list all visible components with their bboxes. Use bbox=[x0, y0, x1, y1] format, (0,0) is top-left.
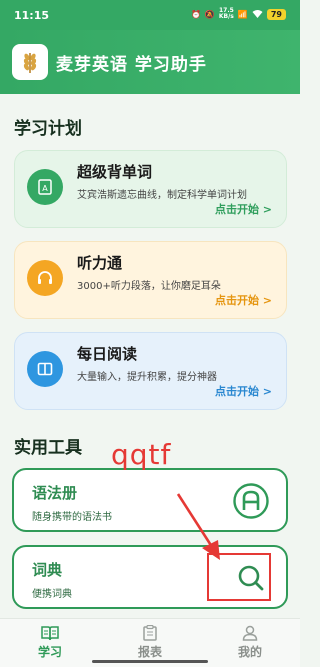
tool-title: 词典 bbox=[32, 561, 63, 579]
nav-profile[interactable]: 我的 bbox=[200, 619, 300, 667]
section-title-plan: 学习计划 bbox=[14, 119, 82, 139]
report-icon bbox=[143, 625, 157, 641]
wifi-icon bbox=[252, 9, 263, 20]
nav-label: 报表 bbox=[137, 645, 162, 659]
start-button[interactable]: 点击开始 > bbox=[215, 383, 272, 399]
card-desc: 大量输入，提升积累，提分神器 bbox=[77, 372, 217, 383]
nav-label: 学习 bbox=[37, 645, 62, 659]
card-title: 每日阅读 bbox=[77, 345, 138, 363]
profile-icon bbox=[242, 625, 258, 641]
headphones-icon bbox=[27, 260, 63, 296]
alarm-icon: ⏰ bbox=[190, 9, 201, 19]
flashcard-icon: A bbox=[27, 169, 63, 205]
card-desc: 艾宾浩斯遗忘曲线，制定科学单词计划 bbox=[77, 190, 247, 201]
annotation-text: qqtf bbox=[111, 438, 172, 471]
app-logo bbox=[12, 44, 48, 80]
annotation-box bbox=[207, 553, 271, 601]
start-button[interactable]: 点击开始 > bbox=[215, 201, 272, 217]
status-time: 11:15 bbox=[14, 9, 50, 22]
tool-grammar[interactable]: 语法册 随身携带的语法书 bbox=[12, 468, 288, 532]
tool-desc: 便携词典 bbox=[32, 589, 72, 600]
study-icon bbox=[41, 626, 59, 641]
app-title: 麦芽英语 学习助手 bbox=[56, 55, 207, 75]
mute-icon: 🔕 bbox=[204, 9, 215, 19]
nav-label: 我的 bbox=[237, 645, 262, 659]
card-desc: 3000+听力段落，让你磨足耳朵 bbox=[77, 281, 221, 292]
status-icons: ⏰ 🔕 17.5 KB/s 📶 79 bbox=[191, 8, 286, 20]
card-vocabulary[interactable]: A 超级背单词 艾宾浩斯遗忘曲线，制定科学单词计划 点击开始 > bbox=[14, 150, 287, 228]
card-title: 超级背单词 bbox=[77, 163, 153, 181]
start-button[interactable]: 点击开始 > bbox=[215, 292, 272, 308]
home-indicator bbox=[92, 660, 208, 663]
card-title: 听力通 bbox=[77, 254, 123, 272]
card-reading[interactable]: 每日阅读 大量输入，提升积累，提分神器 点击开始 > bbox=[14, 332, 287, 410]
net-speed: 17.5 KB/s bbox=[218, 7, 234, 20]
app-header: 麦芽英语 学习助手 bbox=[0, 30, 300, 94]
book-icon bbox=[27, 351, 63, 387]
nav-study[interactable]: 学习 bbox=[0, 619, 100, 667]
section-title-tools: 实用工具 bbox=[14, 438, 82, 458]
card-listening[interactable]: 听力通 3000+听力段落，让你磨足耳朵 点击开始 > bbox=[14, 241, 287, 319]
tool-title: 语法册 bbox=[32, 484, 78, 502]
tool-desc: 随身携带的语法书 bbox=[32, 512, 112, 523]
signal-icon: 📶 bbox=[237, 9, 248, 19]
status-bar: 11:15 ⏰ 🔕 17.5 KB/s 📶 79 bbox=[0, 0, 300, 30]
wheat-icon bbox=[23, 53, 37, 73]
svg-text:A: A bbox=[42, 184, 48, 193]
grammar-icon bbox=[233, 483, 269, 519]
battery-indicator: 79 bbox=[266, 8, 286, 20]
